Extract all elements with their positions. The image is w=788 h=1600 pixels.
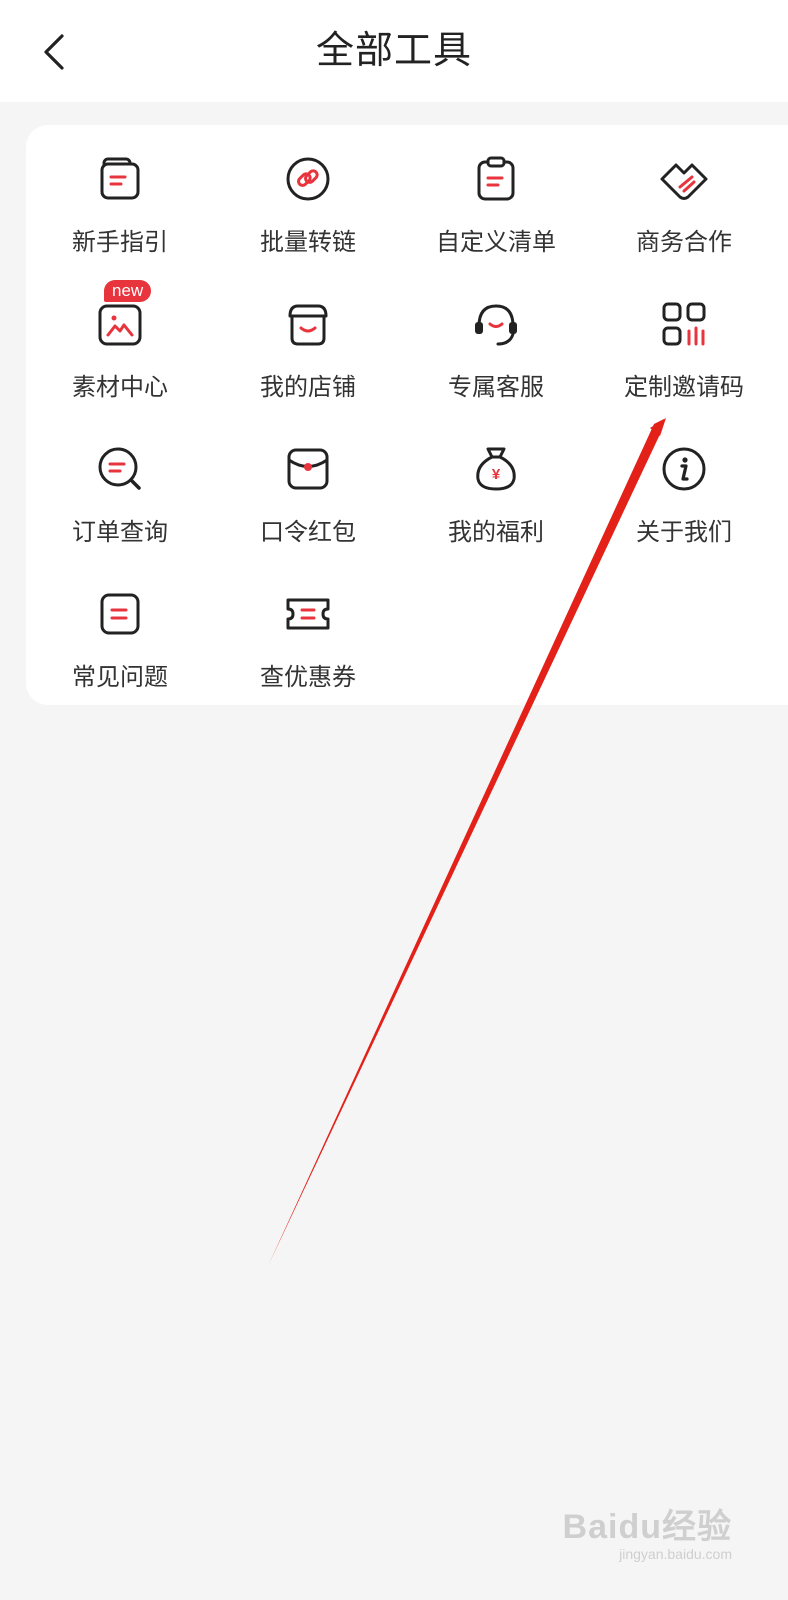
tool-coupon[interactable]: 查优惠券 bbox=[214, 588, 402, 733]
coupon-icon bbox=[282, 588, 334, 640]
top-bar: 全部工具 bbox=[0, 0, 788, 102]
tool-customer-service[interactable]: 专属客服 bbox=[402, 298, 590, 443]
tool-faq[interactable]: 常见问题 bbox=[26, 588, 214, 733]
clipboard-list-icon bbox=[470, 153, 522, 205]
tool-custom-list[interactable]: 自定义清单 bbox=[402, 153, 590, 298]
svg-text:¥: ¥ bbox=[492, 466, 501, 483]
tool-business[interactable]: 商务合作 bbox=[590, 153, 778, 298]
red-envelope-icon bbox=[282, 443, 334, 495]
tool-invite-code[interactable]: 定制邀请码 bbox=[590, 298, 778, 443]
tool-label: 商务合作 bbox=[636, 228, 732, 256]
tool-label: 新手指引 bbox=[72, 228, 168, 256]
tool-label: 批量转链 bbox=[260, 228, 356, 256]
link-icon bbox=[282, 153, 334, 205]
guide-doc-icon bbox=[94, 153, 146, 205]
tool-guide[interactable]: 新手指引 bbox=[26, 153, 214, 298]
tool-label: 素材中心 bbox=[72, 373, 168, 401]
tool-label: 订单查询 bbox=[72, 518, 168, 546]
search-chat-icon bbox=[94, 443, 146, 495]
tool-my-store[interactable]: 我的店铺 bbox=[214, 298, 402, 443]
tool-label: 口令红包 bbox=[260, 518, 356, 546]
tool-label: 我的店铺 bbox=[260, 373, 356, 401]
watermark: Baidu经验 jingyan.baidu.com bbox=[563, 1499, 732, 1562]
tools-grid: 新手指引 批量转链 自定义清单 商务合作 new 素材中心 我的店铺 专属客服 … bbox=[26, 125, 778, 733]
tool-label: 专属客服 bbox=[448, 373, 544, 401]
handshake-icon bbox=[658, 153, 710, 205]
image-folder-icon: new bbox=[94, 280, 152, 350]
tool-label: 定制邀请码 bbox=[624, 373, 744, 401]
tool-label: 查优惠券 bbox=[260, 663, 356, 691]
headset-icon bbox=[470, 298, 522, 350]
page-title: 全部工具 bbox=[315, 28, 472, 72]
tool-about-us[interactable]: 关于我们 bbox=[590, 443, 778, 588]
tool-label: 自定义清单 bbox=[436, 228, 556, 256]
money-bag-icon: ¥ bbox=[470, 443, 522, 495]
tool-label: 关于我们 bbox=[636, 518, 732, 546]
tool-batch-link[interactable]: 批量转链 bbox=[214, 153, 402, 298]
tool-order-search[interactable]: 订单查询 bbox=[26, 443, 214, 588]
new-badge: new bbox=[104, 280, 152, 302]
tool-password-envelope[interactable]: 口令红包 bbox=[214, 443, 402, 588]
watermark-logo: Baidu经验 bbox=[562, 1508, 732, 1546]
qr-code-icon bbox=[658, 298, 710, 350]
watermark-url: jingyan.baidu.com bbox=[619, 1546, 732, 1562]
store-icon bbox=[282, 298, 334, 350]
faq-doc-icon bbox=[94, 588, 146, 640]
tool-label: 我的福利 bbox=[448, 518, 544, 546]
tool-materials[interactable]: new 素材中心 bbox=[26, 280, 214, 443]
info-icon bbox=[658, 443, 710, 495]
tools-card: 新手指引 批量转链 自定义清单 商务合作 new 素材中心 我的店铺 专属客服 … bbox=[26, 125, 788, 705]
tool-my-benefits[interactable]: ¥ 我的福利 bbox=[402, 443, 590, 588]
tool-label: 常见问题 bbox=[72, 663, 168, 691]
